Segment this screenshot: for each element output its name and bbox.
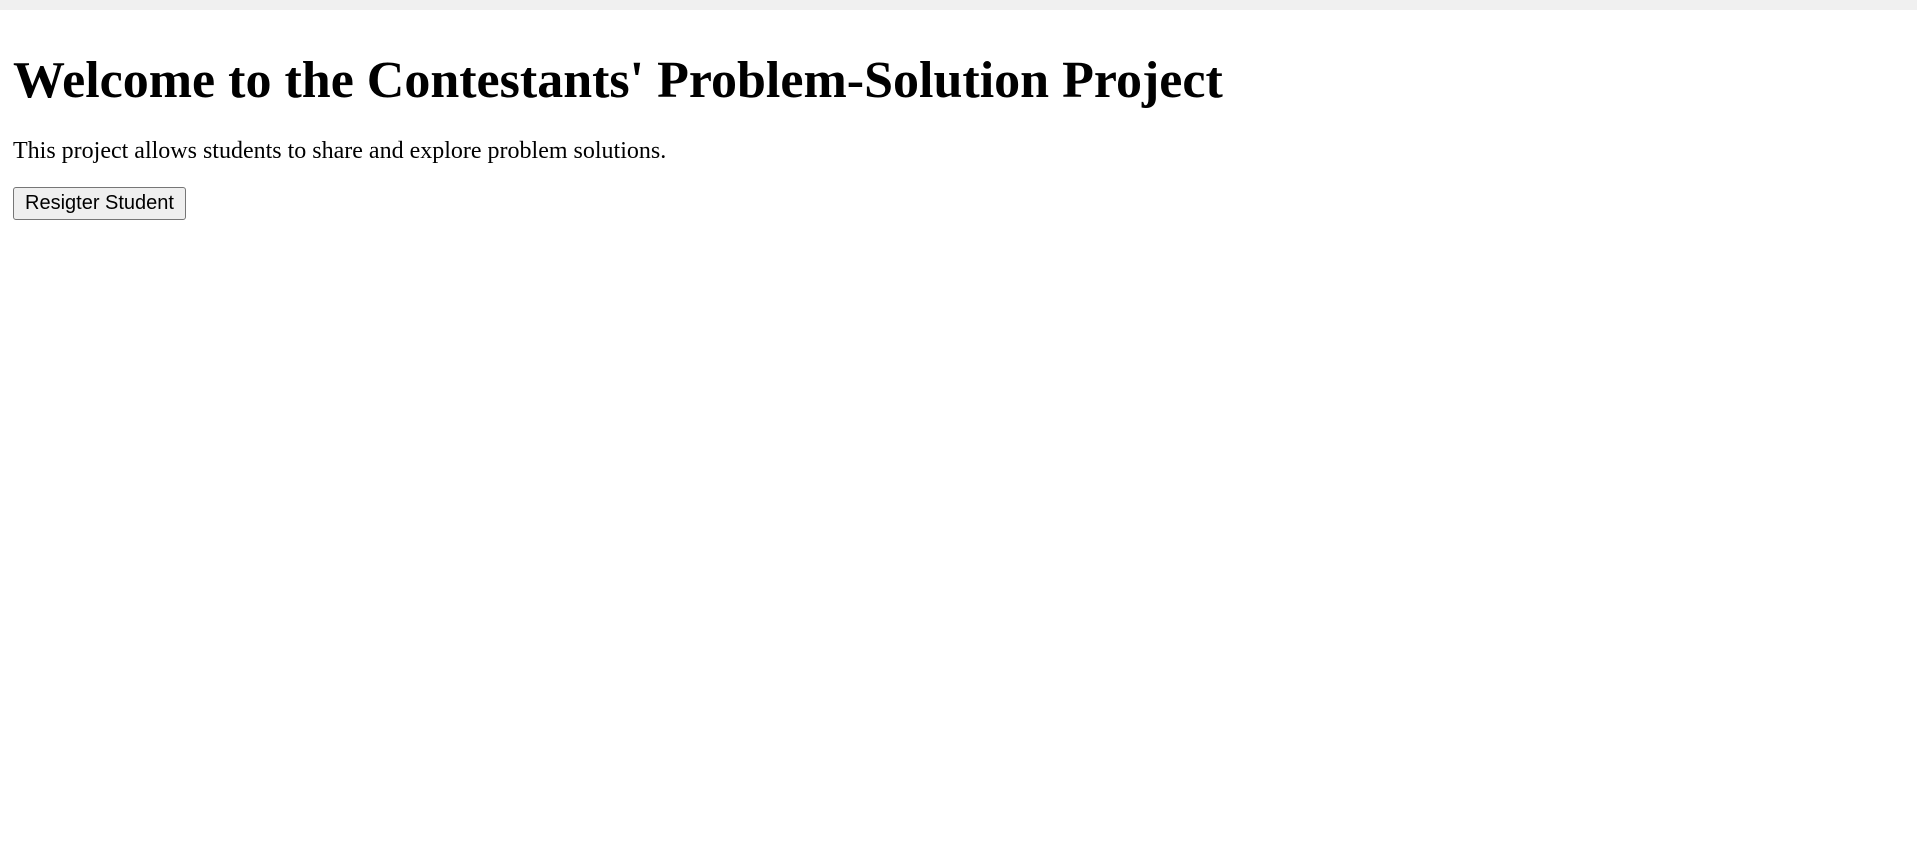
browser-top-strip [0,0,1917,10]
page-content: Welcome to the Contestants' Problem-Solu… [0,46,1917,220]
page-title: Welcome to the Contestants' Problem-Solu… [13,52,1223,109]
register-student-button[interactable]: Resigter Student [13,187,186,220]
project-description: This project allows students to share an… [13,138,667,164]
